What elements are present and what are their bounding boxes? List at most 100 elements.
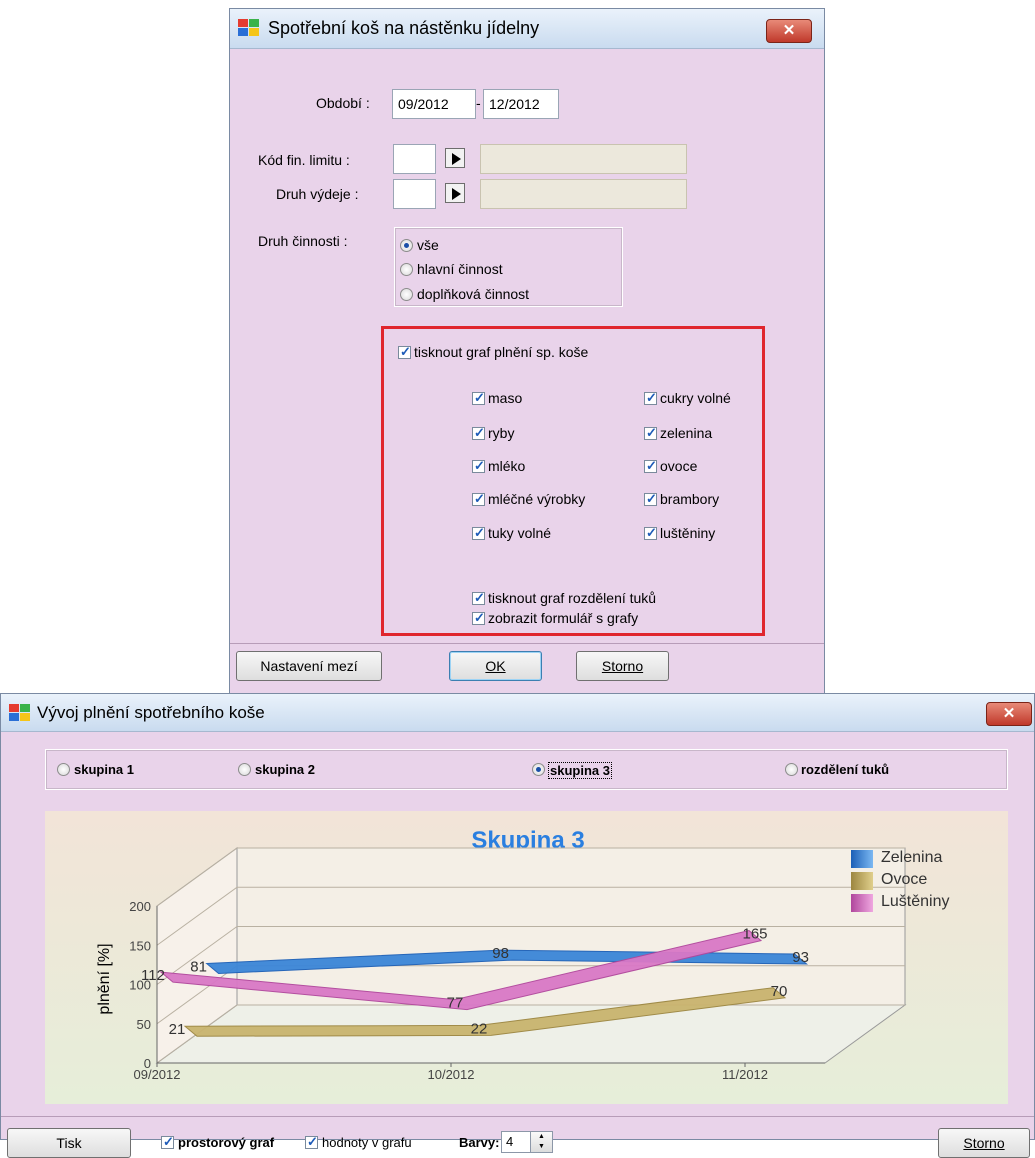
activity-option-label: vše (417, 237, 439, 253)
dialog-titlebar: Spotřební koš na nástěnku jídelny ✕ (230, 9, 824, 49)
issue-type-name-field (480, 179, 687, 209)
legend-swatch-ovoce (851, 872, 873, 890)
spinner-arrows-icon[interactable]: ▲ ▼ (530, 1132, 552, 1152)
category-checkbox-lusteniny[interactable] (644, 525, 657, 541)
fin-limit-lookup-button[interactable] (445, 148, 465, 168)
category-checkbox-maso[interactable] (472, 390, 485, 406)
values-in-chart-checkbox[interactable] (305, 1134, 318, 1150)
category-label: ryby (488, 425, 515, 441)
close-button[interactable]: ✕ (766, 19, 812, 43)
legend-label: Luštěniny (881, 893, 950, 910)
category-checkbox-ryby[interactable] (472, 425, 485, 441)
group-label: skupina 3 (548, 762, 612, 779)
group-label: skupina 1 (74, 762, 134, 777)
dialog-vyvoj-plneni: Vývoj plnění spotřebního koše ✕ skupina … (0, 693, 1035, 1158)
colors-value: 4 (506, 1134, 514, 1149)
ok-button[interactable]: OK (449, 651, 542, 681)
x-tick-label: 09/2012 (134, 1067, 181, 1082)
data-label: 81 (190, 958, 207, 975)
colors-spinner[interactable]: 4 ▲ ▼ (501, 1131, 553, 1153)
colors-label: Barvy: (459, 1135, 500, 1150)
dialog-titlebar: Vývoj plnění spotřebního koše ✕ (1, 694, 1034, 732)
cancel-button[interactable]: Storno (938, 1128, 1030, 1158)
print-chart-checkbox[interactable] (398, 344, 411, 360)
data-label: 22 (471, 1020, 488, 1037)
category-label: mléko (488, 458, 526, 474)
activity-radio-supplementary[interactable] (400, 288, 413, 301)
issue-type-lookup-button[interactable] (445, 183, 465, 203)
category-checkbox-cukry-volne[interactable] (644, 390, 657, 406)
data-label: 98 (492, 945, 509, 962)
category-label: mléčné výrobky (488, 491, 586, 507)
group-label: rozdělení tuků (801, 762, 890, 777)
category-label: cukry volné (660, 390, 731, 406)
fin-limit-name-field (480, 144, 687, 174)
group-radio-fat-split[interactable] (785, 763, 798, 776)
fin-limit-code-input[interactable] (393, 144, 436, 174)
ok-button-label: OK (485, 658, 506, 674)
issue-type-label: Druh výdeje : (276, 186, 359, 202)
activity-radio-all[interactable] (400, 239, 413, 252)
activity-label: Druh činnosti : (258, 233, 348, 249)
activity-option-label: doplňková činnost (417, 286, 530, 302)
group-radio-2[interactable] (238, 763, 251, 776)
spatial-chart-label: prostorový graf (178, 1135, 275, 1150)
category-checkbox-tuky-volne[interactable] (472, 525, 485, 541)
chart-plot: 05010015020009/2012 10/2012 11/20128198 932… (129, 847, 907, 1082)
y-tick-label: 50 (137, 1017, 151, 1032)
category-checkbox-mlecne-vyrobky[interactable] (472, 491, 485, 507)
period-from-input[interactable]: 09/2012 (392, 89, 476, 119)
category-label: zelenina (660, 425, 713, 441)
limits-settings-button[interactable]: Nastavení mezí (236, 651, 382, 681)
category-label: brambory (660, 491, 720, 507)
category-checkbox-mleko[interactable] (472, 458, 485, 474)
category-checkbox-brambory[interactable] (644, 491, 657, 507)
cancel-button[interactable]: Storno (576, 651, 669, 681)
show-form-checkbox[interactable] (472, 610, 485, 626)
chart-panel: Skupina 3 plnění [%] 0 50 100 150 200 09/2012… (45, 811, 1008, 1104)
x-tick-label: 11/2012 (722, 1067, 768, 1082)
legend-swatch-lusteniny (851, 894, 873, 912)
y-tick-label: 200 (129, 899, 151, 914)
chart-ylabel: plnění [%] (96, 943, 113, 1014)
category-label: maso (488, 390, 523, 406)
footer-divider (230, 643, 824, 644)
legend-label: Zelenina (881, 849, 943, 866)
app-icon (238, 19, 259, 36)
category-checkbox-ovoce[interactable] (644, 458, 657, 474)
category-label: ovoce (660, 458, 698, 474)
close-button[interactable]: ✕ (986, 702, 1032, 726)
category-label: tuky volné (488, 525, 552, 541)
print-chart-label: tisknout graf plnění sp. koše (414, 344, 589, 360)
app-icon (9, 704, 30, 721)
activity-radio-main[interactable] (400, 263, 413, 276)
show-form-label: zobrazit formulář s grafy (488, 610, 639, 626)
legend-label: Ovoce (881, 871, 928, 888)
data-label: 93 (792, 949, 809, 966)
dialog-title: Spotřební koš na nástěnku jídelny (268, 18, 540, 38)
issue-type-code-input[interactable] (393, 179, 436, 209)
print-fat-chart-checkbox[interactable] (472, 590, 485, 606)
data-label: 112 (141, 967, 165, 984)
spatial-chart-checkbox[interactable] (161, 1134, 174, 1150)
group-label: skupina 2 (255, 762, 315, 777)
dialog-title: Vývoj plnění spotřebního koše (37, 703, 265, 722)
dialog-spotrebni-kos: Spotřební koš na nástěnku jídelny ✕ Obdo… (229, 8, 825, 694)
y-tick-label: 150 (129, 938, 151, 953)
period-to-input[interactable]: 12/2012 (483, 89, 559, 119)
print-fat-chart-label: tisknout graf rozdělení tuků (488, 590, 657, 606)
group-radio-1[interactable] (57, 763, 70, 776)
category-checkbox-zelenina[interactable] (644, 425, 657, 441)
cancel-button-label: Storno (963, 1135, 1005, 1151)
legend-swatch-zelenina (851, 850, 873, 868)
data-label: 165 (742, 926, 767, 943)
period-separator: - (476, 95, 481, 111)
values-in-chart-label: hodnoty v grafu (322, 1135, 412, 1150)
print-button[interactable]: Tisk (7, 1128, 131, 1158)
group-radio-3[interactable] (532, 763, 545, 776)
period-label: Období : (316, 95, 370, 111)
x-tick-label: 10/2012 (428, 1067, 475, 1082)
data-label: 21 (169, 1021, 186, 1038)
activity-option-label: hlavní činnost (417, 261, 503, 277)
fin-limit-label: Kód fin. limitu : (258, 152, 350, 168)
